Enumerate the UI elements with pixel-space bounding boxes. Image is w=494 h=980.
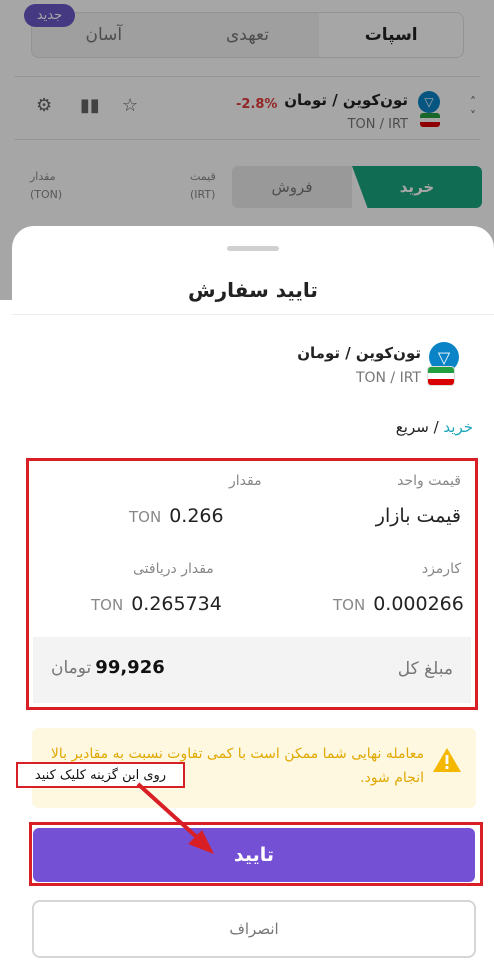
total-row: مبلغ کل 99,926تومان <box>33 637 471 703</box>
total-unit: تومان <box>51 658 92 678</box>
fee-unit: TON <box>333 596 366 614</box>
divider <box>12 314 494 315</box>
iran-flag-icon <box>427 366 455 386</box>
order-mode: سریع <box>395 418 429 436</box>
unit-price-label: قیمت واحد <box>397 473 461 489</box>
amount-label: مقدار <box>229 473 262 489</box>
received-label: مقدار دریافتی <box>133 561 214 577</box>
received-value: TON 0.265734 <box>91 593 222 615</box>
sheet-title: تایید سفارش <box>188 278 318 302</box>
order-details-highlight: قیمت واحد قیمت بازار مقدار TON 0.266 کارم… <box>26 458 478 710</box>
total-label: مبلغ کل <box>397 659 453 679</box>
amount-value: TON 0.266 <box>129 505 224 527</box>
received-unit: TON <box>91 596 124 614</box>
warning-icon <box>433 748 461 772</box>
order-side: خرید <box>443 418 473 436</box>
cancel-button[interactable]: انصراف <box>32 900 476 958</box>
order-separator: / <box>428 418 444 436</box>
amount-unit: TON <box>129 508 162 526</box>
drag-handle[interactable] <box>227 246 279 251</box>
confirm-highlight <box>29 822 483 886</box>
pair-symbol: TON / IRT <box>355 370 421 386</box>
fee-label: کارمزد <box>421 561 461 577</box>
order-type: خرید / سریع <box>396 418 473 436</box>
order-pair: ▽ تون‌کوین / تومان TON / IRT <box>259 336 459 396</box>
pair-name: تون‌کوین / تومان <box>297 344 421 362</box>
total-value: 99,926تومان <box>51 657 165 678</box>
tutorial-arrow-icon <box>136 782 214 854</box>
fee-value: TON 0.000266 <box>333 593 464 615</box>
order-details: قیمت واحد قیمت بازار مقدار TON 0.266 کارم… <box>33 465 471 703</box>
unit-price-value: قیمت بازار <box>375 505 461 527</box>
